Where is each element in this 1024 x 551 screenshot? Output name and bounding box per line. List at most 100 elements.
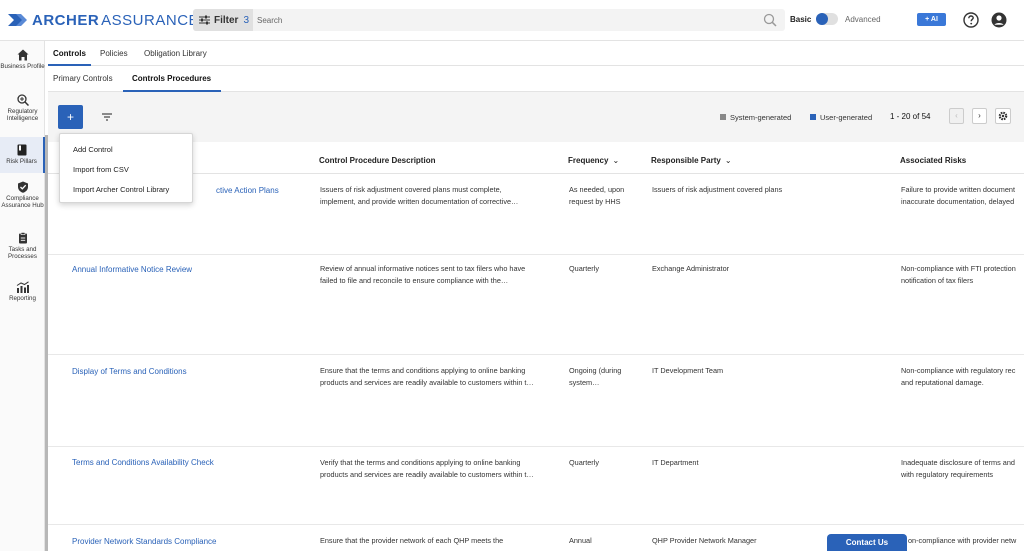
prev-page-button[interactable]: ‹ — [949, 108, 964, 124]
frequency-line: request by HHS — [569, 197, 621, 206]
column-header-frequency[interactable]: Frequency ⌄ — [568, 156, 619, 165]
risk-line: Non-compliance with FTI protection — [901, 264, 1016, 273]
nav-label: Regulatory Intelligence — [6, 108, 39, 122]
tab-controls-procedures[interactable]: Controls Procedures — [132, 74, 211, 83]
column-header-responsible-party[interactable]: Responsible Party ⌄ — [651, 156, 732, 165]
nav-label: Compliance Assurance Hub — [1, 195, 44, 209]
logo-chevron-icon — [8, 14, 27, 26]
menu-item-import-csv[interactable]: Import from CSV — [73, 165, 129, 174]
description-line: Ensure that the provider network of each… — [320, 536, 504, 545]
tab-primary-controls[interactable]: Primary Controls — [53, 74, 113, 83]
home-icon — [17, 49, 28, 61]
filter-count-badge: 3 — [243, 14, 250, 26]
pagination-range: 1 - 20 of 54 — [890, 112, 931, 121]
responsible-party: IT Development Team — [652, 366, 724, 375]
nav-compliance-assurance-hub[interactable]: Compliance Assurance Hub — [0, 180, 45, 222]
nav-label: Business Profile — [0, 63, 45, 70]
control-procedure-link[interactable]: Provider Network Standards Compliance — [72, 536, 217, 548]
responsible-party: Issuers of risk adjustment covered plans — [652, 185, 783, 194]
tab-obligation-library[interactable]: Obligation Library — [144, 49, 207, 58]
legend-user-generated: User-generated — [820, 113, 873, 122]
search-input[interactable] — [257, 13, 747, 27]
shield-check-icon — [17, 181, 28, 193]
control-procedure-link[interactable]: ctive Action Plans — [216, 185, 279, 197]
description-line: failed to file and reconcile to ensure c… — [320, 276, 509, 285]
side-navigation: Business Profile Regulatory Intelligence… — [0, 41, 45, 551]
table-row[interactable]: Annual Informative Notice Review Review … — [48, 255, 1024, 355]
control-procedure-link[interactable]: Terms and Conditions Availability Check — [72, 457, 214, 469]
responsible-party: Exchange Administrator — [652, 264, 730, 273]
brand-name-bold: ARCHER — [32, 11, 100, 29]
table-row[interactable]: Terms and Conditions Availability Check … — [48, 447, 1024, 525]
brand-logo[interactable]: ARCHER ASSURANCE AI — [8, 11, 218, 29]
table-header: Control Procedure Description Frequency ⌄… — [48, 142, 1024, 174]
filter-button[interactable]: Filter 3 — [193, 9, 253, 31]
nav-regulatory-intelligence[interactable]: Regulatory Intelligence — [0, 92, 45, 132]
mode-toggle[interactable] — [816, 13, 838, 25]
frequency-line: Ongoing (during — [569, 366, 622, 375]
description-line: Review of annual informative notices sen… — [320, 264, 526, 273]
chart-icon — [16, 281, 29, 293]
column-header-description[interactable]: Control Procedure Description — [319, 156, 435, 165]
table-settings-button[interactable] — [995, 108, 1011, 124]
description-line: Ensure that the terms and conditions app… — [320, 366, 526, 375]
control-procedure-link[interactable]: Display of Terms and Conditions — [72, 366, 187, 378]
frequency-line: Quarterly — [569, 264, 600, 273]
column-label: Responsible Party — [651, 156, 721, 165]
nav-business-profile[interactable]: Business Profile — [0, 47, 45, 83]
risk-line: on-compliance with provider netw — [908, 536, 1017, 545]
user-generated-swatch — [810, 114, 816, 120]
table-row[interactable]: Display of Terms and Conditions Ensure t… — [48, 355, 1024, 447]
secondary-tabs: Primary Controls Controls Procedures — [48, 66, 1024, 92]
nav-reporting[interactable]: Reporting — [0, 280, 45, 306]
nav-risk-pillars[interactable]: Risk Pillars — [0, 137, 45, 173]
gear-icon — [998, 111, 1008, 121]
risk-line: and reputational damage. — [901, 378, 984, 387]
filter-icon[interactable] — [101, 111, 113, 123]
description-line: products and services are readily availa… — [320, 470, 534, 479]
clipboard-icon — [18, 232, 27, 244]
legend-system-generated: System-generated — [730, 113, 792, 122]
chevron-down-icon: ⌄ — [724, 156, 732, 165]
column-header-associated-risks[interactable]: Associated Risks — [900, 156, 966, 165]
sliders-icon — [199, 15, 210, 25]
advanced-mode-label: Advanced — [845, 15, 881, 24]
risk-line: with regulatory requirements — [901, 470, 994, 479]
risk-line: inaccurate documentation, delayed — [901, 197, 1015, 206]
description-line: implement, and provide written documenta… — [320, 197, 519, 206]
tab-policies[interactable]: Policies — [100, 49, 128, 58]
tab-controls[interactable]: Controls — [53, 49, 86, 58]
contact-us-button[interactable]: Contact Us — [827, 534, 907, 551]
risk-line: notification of tax filers — [901, 276, 974, 285]
menu-item-import-archer-library[interactable]: Import Archer Control Library — [73, 185, 169, 194]
responsible-party: IT Department — [652, 458, 699, 467]
table-row[interactable]: ctive Action Plans Issuers of risk adjus… — [48, 175, 1024, 255]
frequency-line: As needed, upon — [569, 185, 625, 194]
top-bar: ARCHER ASSURANCE AI Filter 3 Basic Advan… — [0, 0, 1024, 41]
filter-label: Filter — [214, 14, 239, 26]
add-button[interactable]: + — [58, 105, 83, 129]
nav-label: Reporting — [9, 295, 36, 302]
add-menu-dropdown: Add Control Import from CSV Import Arche… — [59, 133, 193, 203]
system-generated-swatch — [720, 114, 726, 120]
search-icon[interactable] — [763, 13, 777, 27]
help-icon[interactable] — [963, 12, 979, 28]
book-icon — [17, 144, 26, 156]
menu-item-add-control[interactable]: Add Control — [73, 145, 113, 154]
risk-line: Inadequate disclosure of terms and — [901, 458, 1015, 467]
next-page-button[interactable]: › — [972, 108, 987, 124]
basic-mode-label: Basic — [790, 15, 812, 24]
nav-label: Risk Pillars — [6, 158, 37, 165]
nav-tasks-and-processes[interactable]: Tasks and Processes — [0, 231, 45, 263]
nav-label: Tasks and Processes — [8, 246, 37, 260]
user-account-icon[interactable] — [991, 12, 1007, 28]
frequency-line: system… — [569, 378, 600, 387]
responsible-party: QHP Provider Network Manager — [652, 536, 757, 545]
filter-search-bar: Filter 3 — [193, 9, 785, 31]
risk-line: Non-compliance with regulatory rec — [901, 366, 1016, 375]
control-procedure-link[interactable]: Annual Informative Notice Review — [72, 264, 192, 276]
ai-button[interactable]: + AI — [917, 13, 946, 26]
risk-line: Failure to provide written document — [901, 185, 1015, 194]
frequency-line: Quarterly — [569, 458, 600, 467]
toggle-knob — [816, 13, 828, 25]
